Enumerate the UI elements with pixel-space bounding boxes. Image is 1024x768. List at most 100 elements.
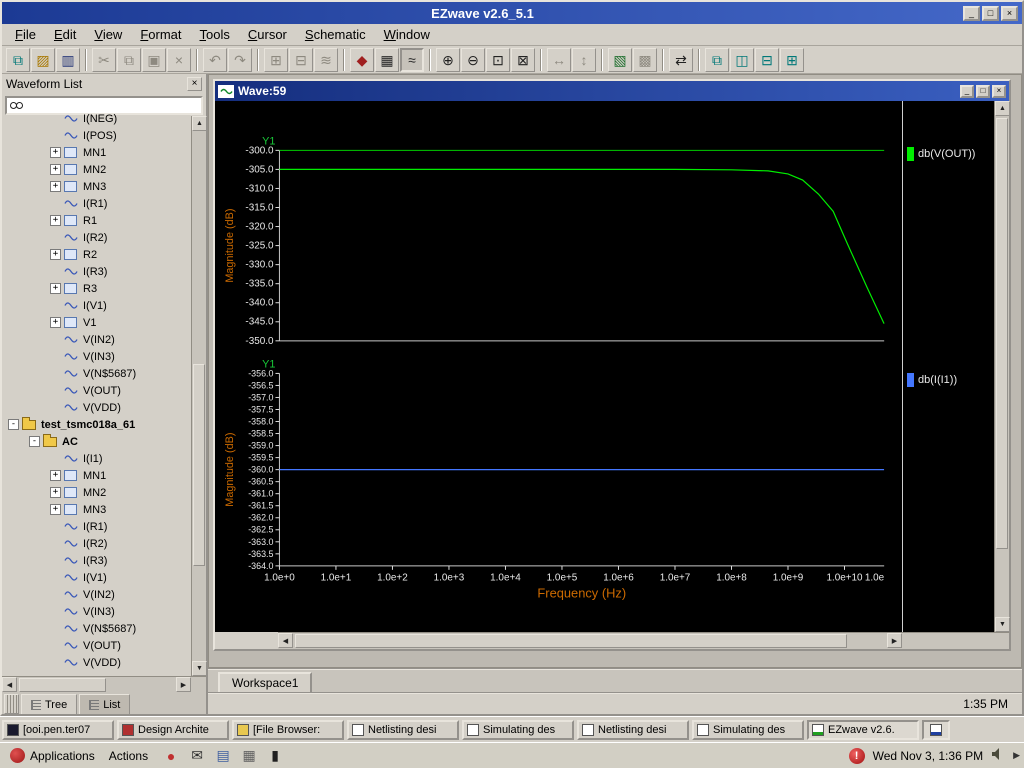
open-database-button[interactable]: ▨ xyxy=(31,47,55,72)
tree-item[interactable]: I(NEG) xyxy=(2,110,191,127)
tree-horizontal-scrollbar[interactable]: ◀ ▶ xyxy=(2,676,191,693)
menu-schematic[interactable]: Schematic xyxy=(296,25,375,44)
expand-icon[interactable]: + xyxy=(50,283,61,294)
close-button[interactable]: × xyxy=(1001,5,1018,21)
wave-horizontal-scrollbar[interactable]: ◀ ▶ xyxy=(278,632,902,649)
taskbar-button-terminal[interactable]: [ooi.pen.ter07 xyxy=(2,719,114,740)
tree-item[interactable]: I(R3) xyxy=(2,263,191,280)
tree-item[interactable]: V(IN2) xyxy=(2,331,191,348)
measurements-button[interactable]: ▧ xyxy=(608,47,632,72)
tree-item[interactable]: V(N$5687) xyxy=(2,365,191,382)
scroll-up-button[interactable]: ▲ xyxy=(995,101,1010,116)
tab-tree[interactable]: Tree xyxy=(21,694,78,714)
scroll-down-button[interactable]: ▼ xyxy=(192,661,207,676)
printer-launcher[interactable]: ▦ xyxy=(238,745,260,767)
expand-icon[interactable]: + xyxy=(50,147,61,158)
expand-icon[interactable]: + xyxy=(50,487,61,498)
marker-button[interactable]: ◆ xyxy=(350,47,374,72)
scrollbar-thumb[interactable] xyxy=(996,118,1008,549)
menu-window[interactable]: Window xyxy=(375,25,439,44)
open-all-windows-button[interactable]: ⊞ xyxy=(780,47,804,72)
menu-view[interactable]: View xyxy=(85,25,131,44)
titlebar[interactable]: EZwave v2.6_5.1 _ □ × xyxy=(2,2,1022,24)
tree-item[interactable]: I(R2) xyxy=(2,535,191,552)
panel-dock-button[interactable] xyxy=(4,694,19,714)
menu-edit[interactable]: Edit xyxy=(45,25,85,44)
tree-item[interactable]: + R2 xyxy=(2,246,191,263)
tree-item[interactable]: I(V1) xyxy=(2,569,191,586)
panel-close-button[interactable]: × xyxy=(187,77,202,91)
scroll-up-button[interactable]: ▲ xyxy=(192,116,207,131)
tree-item[interactable]: I(R1) xyxy=(2,195,191,212)
taskbar-button-ezwave[interactable]: EZwave v2.6. xyxy=(807,719,919,740)
minimize-button[interactable]: _ xyxy=(963,5,980,21)
scroll-right-button[interactable]: ▶ xyxy=(176,677,191,692)
wave-maximize-button[interactable]: □ xyxy=(976,84,990,98)
tree-item[interactable]: V(VDD) xyxy=(2,399,191,416)
expand-icon[interactable]: + xyxy=(50,215,61,226)
tree-item[interactable]: + R1 xyxy=(2,212,191,229)
tile-horizontally-button[interactable]: ◫ xyxy=(730,47,754,72)
tree-item[interactable]: I(I1) xyxy=(2,450,191,467)
scroll-track[interactable] xyxy=(192,131,206,661)
tile-vertically-button[interactable]: ⊟ xyxy=(755,47,779,72)
wave-minimize-button[interactable]: _ xyxy=(960,84,974,98)
taskbar-button-wave[interactable] xyxy=(922,719,950,740)
wave-close-button[interactable]: × xyxy=(992,84,1006,98)
expand-icon[interactable]: + xyxy=(50,317,61,328)
tab-list[interactable]: List xyxy=(79,694,131,714)
tree-item[interactable]: + R3 xyxy=(2,280,191,297)
tree-item[interactable]: V(N$5687) xyxy=(2,620,191,637)
menu-file[interactable]: File xyxy=(6,25,45,44)
plot-canvas[interactable]: -300.0 -305.0 -310.0 -315.0 -320.0 -325.0 -330… xyxy=(215,101,902,632)
panel-menu-actions[interactable]: Actions xyxy=(103,747,154,765)
zoom-full-button[interactable]: ⊠ xyxy=(511,47,535,72)
panel-menu-applications[interactable]: Applications xyxy=(4,746,101,765)
zoom-in-button[interactable]: ⊕ xyxy=(436,47,460,72)
tree-item[interactable]: V(IN3) xyxy=(2,603,191,620)
scroll-down-button[interactable]: ▼ xyxy=(995,617,1010,632)
menu-cursor[interactable]: Cursor xyxy=(239,25,296,44)
scrollbar-thumb[interactable] xyxy=(19,678,107,692)
scrollbar-thumb[interactable] xyxy=(295,634,848,648)
tree-item[interactable]: V(VDD) xyxy=(2,654,191,671)
email-launcher[interactable]: ✉ xyxy=(186,745,208,767)
panel-hide-button[interactable]: ▶ xyxy=(1013,750,1020,761)
tree-item[interactable]: I(R1) xyxy=(2,518,191,535)
tree-item[interactable]: I(R2) xyxy=(2,229,191,246)
expand-icon[interactable]: + xyxy=(50,249,61,260)
taskbar-button-document[interactable]: Simulating des xyxy=(692,719,804,740)
scroll-right-button[interactable]: ▶ xyxy=(887,633,902,648)
scroll-left-button[interactable]: ◀ xyxy=(2,677,17,692)
tree-item[interactable]: + MN1 xyxy=(2,144,191,161)
taskbar-button-design-architect[interactable]: Design Archite xyxy=(117,719,229,740)
tree-item[interactable]: + MN2 xyxy=(2,484,191,501)
scroll-track[interactable] xyxy=(17,677,176,693)
tree-item[interactable]: I(R3) xyxy=(2,552,191,569)
legend-entry[interactable]: db(V(OUT)) xyxy=(907,147,975,161)
wave-vertical-scrollbar[interactable]: ▲ ▼ xyxy=(994,101,1010,632)
tree-item[interactable]: + MN3 xyxy=(2,178,191,195)
taskbar-button-file-browser[interactable]: [File Browser: xyxy=(232,719,344,740)
scroll-left-button[interactable]: ◀ xyxy=(278,633,293,648)
expand-icon[interactable]: + xyxy=(50,164,61,175)
tree-item[interactable]: V(OUT) xyxy=(2,637,191,654)
wave-window-titlebar[interactable]: Wave:59 _ □ × xyxy=(215,81,1009,101)
tree-item[interactable]: + MN1 xyxy=(2,467,191,484)
cascade-windows-button[interactable]: ⧉ xyxy=(705,47,729,72)
scrollbar-thumb[interactable] xyxy=(193,364,205,566)
expand-icon[interactable]: + xyxy=(50,181,61,192)
new-waveform-window-button[interactable]: ⧉ xyxy=(6,47,30,72)
workspace-tab[interactable]: Workspace1 xyxy=(218,672,313,692)
drag-drop-mode-button[interactable]: ≈ xyxy=(400,47,424,72)
taskbar-button-document[interactable]: Netlisting desi xyxy=(577,719,689,740)
alert-notification-icon[interactable]: ! xyxy=(848,747,865,764)
scroll-track[interactable] xyxy=(293,633,887,649)
tree-item[interactable]: + MN2 xyxy=(2,161,191,178)
menu-tools[interactable]: Tools xyxy=(191,25,239,44)
collapse-icon[interactable]: - xyxy=(8,419,19,430)
zoom-out-button[interactable]: ⊖ xyxy=(461,47,485,72)
taskbar-button-document[interactable]: Netlisting desi xyxy=(347,719,459,740)
web-browser-launcher[interactable]: ● xyxy=(160,745,182,767)
legend-entry[interactable]: db(I(I1)) xyxy=(907,373,957,387)
